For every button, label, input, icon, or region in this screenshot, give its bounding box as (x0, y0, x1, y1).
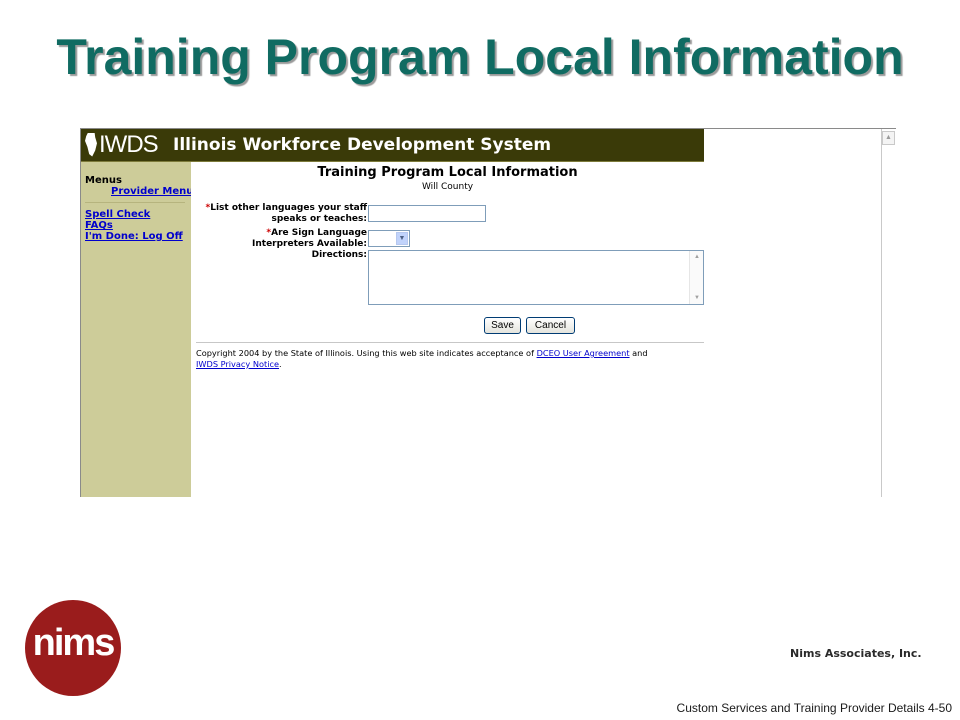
save-button[interactable]: Save (484, 317, 521, 334)
scroll-up-icon[interactable]: ▲ (692, 252, 702, 262)
browser-viewport: IWDS Illinois Workforce Development Syst… (80, 128, 896, 497)
iwds-banner: IWDS Illinois Workforce Development Syst… (81, 129, 704, 162)
scroll-up-icon[interactable]: ▲ (882, 131, 895, 145)
directions-label: Directions: (311, 250, 367, 260)
period-text: . (279, 359, 282, 369)
languages-label-line1: List other languages your staff (210, 203, 367, 213)
faqs-link[interactable]: FAQs (85, 220, 113, 231)
company-name: Nims Associates, Inc. (790, 647, 922, 660)
dceo-agreement-link[interactable]: DCEO User Agreement (537, 348, 630, 358)
nims-logo-text: nims (32, 622, 116, 664)
languages-label-line2: speaks or teaches: (271, 214, 368, 224)
nav-heading: Menus (85, 175, 122, 186)
page-scrollbar[interactable]: ▲ (881, 129, 896, 497)
languages-label: *List other languages your staff speaks … (206, 203, 367, 225)
nims-logo: nims (25, 600, 121, 696)
scroll-down-icon[interactable]: ▼ (692, 293, 702, 303)
slide-footer: Custom Services and Training Provider De… (676, 701, 952, 715)
illinois-state-icon (85, 132, 97, 157)
iwds-logo: IWDS (85, 131, 159, 158)
iwds-logo-text: IWDS (99, 131, 159, 158)
sign-language-select[interactable]: ▼ (368, 230, 410, 247)
banner-title: Illinois Workforce Development System (173, 135, 552, 155)
sign-language-label: *Are Sign Language Interpreters Availabl… (252, 228, 367, 250)
form-title: Training Program Local Information (317, 165, 578, 180)
chevron-down-icon[interactable]: ▼ (396, 232, 408, 245)
languages-input[interactable] (368, 205, 486, 222)
logout-link[interactable]: I'm Done: Log Off (85, 231, 183, 242)
divider (196, 342, 704, 343)
copyright-footer: Copyright 2004 by the State of Illinois.… (196, 348, 701, 370)
provider-menu-link[interactable]: Provider Menu (111, 186, 193, 197)
directions-textarea[interactable]: ▲ ▼ (368, 250, 704, 305)
slide-title: Training Program Local Information (56, 29, 904, 85)
left-nav: Menus Provider Menu Spell Check FAQs I'm… (81, 162, 193, 497)
privacy-notice-link[interactable]: IWDS Privacy Notice (196, 359, 279, 369)
nav-divider (85, 202, 185, 203)
form-subtitle: Will County (421, 182, 474, 192)
sign-label-line1: Are Sign Language (271, 228, 367, 238)
spell-check-link[interactable]: Spell Check (85, 209, 150, 220)
copyright-text: Copyright 2004 by the State of Illinois.… (196, 348, 537, 358)
and-text: and (629, 348, 648, 358)
cancel-button[interactable]: Cancel (526, 317, 575, 334)
sign-label-line2: Interpreters Available: (252, 239, 367, 249)
form-content: Training Program Local Information Will … (191, 162, 704, 497)
textarea-scrollbar[interactable]: ▲ ▼ (689, 251, 703, 304)
